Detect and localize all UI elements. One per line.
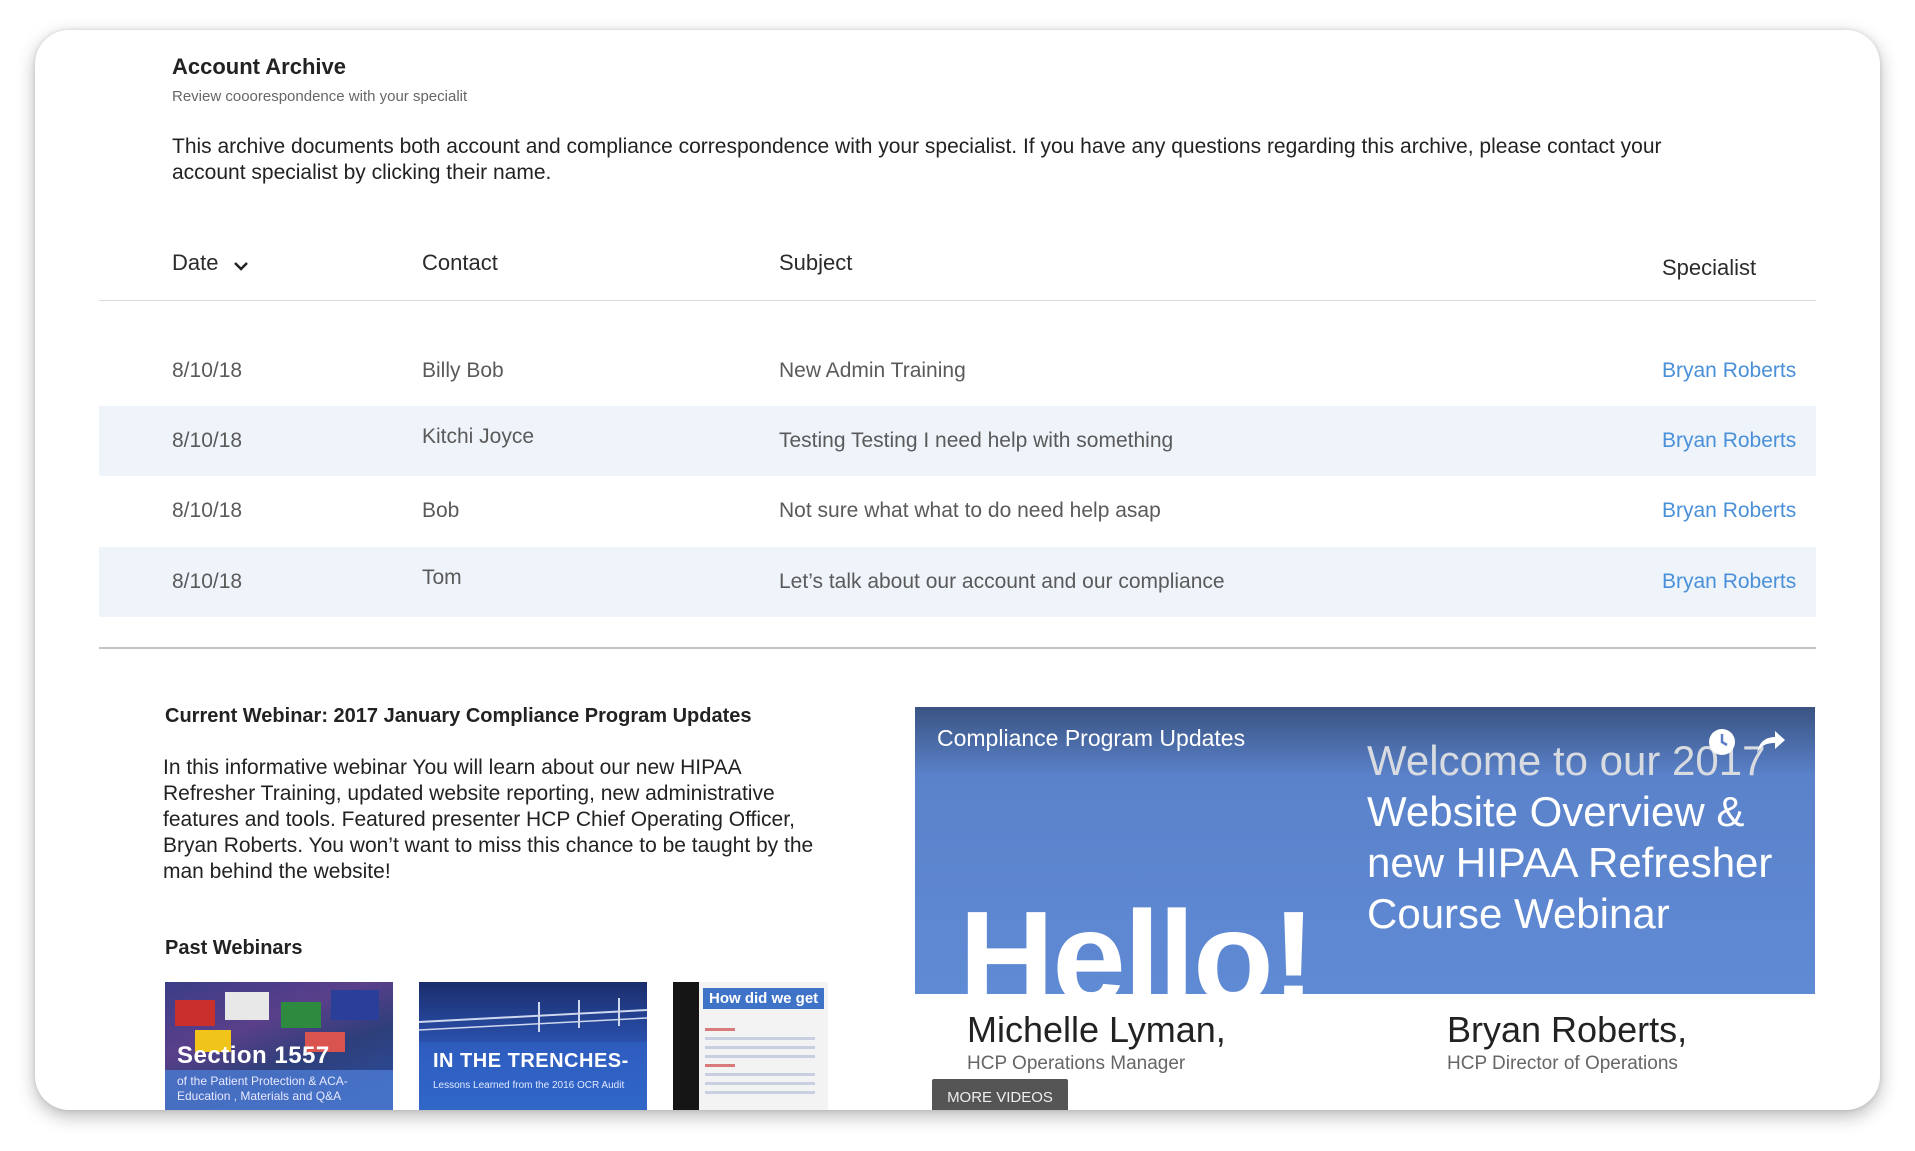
presenter-1-name: Michelle Lyman,	[967, 1009, 1226, 1050]
row-subject: Let’s talk about our account and our com…	[779, 570, 1225, 593]
row-specialist-link[interactable]: Bryan Roberts	[1662, 336, 1796, 406]
column-header-subject[interactable]: Subject	[779, 250, 852, 276]
thumbnail-title: IN THE TRENCHES-	[433, 1050, 629, 1072]
page-subtitle: Review cooorespondence with your special…	[172, 88, 468, 105]
thumbnail-text-lines	[705, 1022, 815, 1100]
row-contact: Kitchi Joyce	[422, 425, 535, 448]
video-welcome-rest: Website Overview & new HIPAA Refresher C…	[1367, 788, 1773, 937]
intro-text: This archive documents both account and …	[172, 135, 1662, 184]
thumbnail-title: How did we get	[703, 988, 825, 1009]
thumbnail-subtitle: Lessons Learned from the 2016 OCR Audit	[433, 1080, 625, 1091]
column-header-date[interactable]: Date	[172, 250, 250, 276]
webinar-video-player[interactable]: Compliance Program Updates Welcome to ou…	[915, 707, 1815, 1110]
row-date: 8/10/18	[172, 359, 243, 382]
current-webinar-description: In this informative webinar You will lea…	[163, 756, 814, 883]
row-specialist-link[interactable]: Bryan Roberts	[1662, 476, 1796, 546]
share-icon[interactable]	[1753, 727, 1787, 757]
page-title: Account Archive	[172, 54, 347, 79]
row-date: 8/10/18	[172, 499, 243, 522]
table-row[interactable]: 8/10/18 Billy Bob New Admin Training Bry…	[99, 336, 1816, 406]
presenter-2-name: Bryan Roberts,	[1447, 1009, 1688, 1050]
past-webinar-thumbnail[interactable]: IN THE TRENCHES- Lessons Learned from th…	[419, 982, 647, 1110]
row-subject: New Admin Training	[779, 359, 966, 382]
thumbnail-title: Section 1557	[177, 1042, 330, 1069]
column-header-date-label: Date	[172, 250, 219, 275]
past-webinar-thumbnail[interactable]: How did we get	[673, 982, 828, 1110]
current-webinar-title: Current Webinar: 2017 January Compliance…	[165, 705, 752, 727]
past-webinars-title: Past Webinars	[165, 937, 303, 959]
row-contact: Billy Bob	[422, 359, 504, 382]
more-videos-button[interactable]: MORE VIDEOS	[932, 1079, 1068, 1110]
row-date: 8/10/18	[172, 429, 243, 452]
clock-icon[interactable]	[1707, 727, 1737, 757]
presenter-2-role: HCP Director of Operations	[1447, 1053, 1678, 1074]
account-archive-card: Account Archive Review cooorespondence w…	[35, 30, 1880, 1110]
row-specialist-link[interactable]: Bryan Roberts	[1662, 406, 1796, 476]
video-title: Compliance Program Updates	[937, 725, 1246, 751]
presenter-1-role: HCP Operations Manager	[967, 1053, 1186, 1074]
row-date: 8/10/18	[172, 570, 243, 593]
past-webinar-thumbnail[interactable]: Section 1557 of the Patient Protection &…	[165, 982, 393, 1110]
row-subject: Not sure what what to do need help asap	[779, 499, 1161, 522]
row-specialist-link[interactable]: Bryan Roberts	[1662, 547, 1796, 617]
video-welcome-line-1: Welcome to our 2017	[1367, 737, 1766, 784]
table-row[interactable]: 8/10/18 Kitchi Joyce Testing Testing I n…	[99, 406, 1816, 476]
thumbnail-subtitle: of the Patient Protection & ACA- Educati…	[177, 1074, 348, 1103]
video-welcome-text: Welcome to our 2017 Website Overview & n…	[1367, 735, 1807, 939]
column-header-contact[interactable]: Contact	[422, 250, 498, 276]
column-header-specialist[interactable]: Specialist	[1662, 255, 1756, 281]
row-subject: Testing Testing I need help with somethi…	[779, 429, 1174, 452]
section-divider	[99, 647, 1816, 649]
table-row[interactable]: 8/10/18 Tom Let’s talk about our account…	[99, 547, 1816, 617]
table-header-divider	[99, 300, 1816, 301]
chevron-down-icon[interactable]	[232, 260, 250, 272]
row-contact: Tom	[422, 566, 462, 589]
row-contact: Bob	[422, 499, 460, 522]
table-row[interactable]: 8/10/18 Bob Not sure what what to do nee…	[99, 476, 1816, 546]
